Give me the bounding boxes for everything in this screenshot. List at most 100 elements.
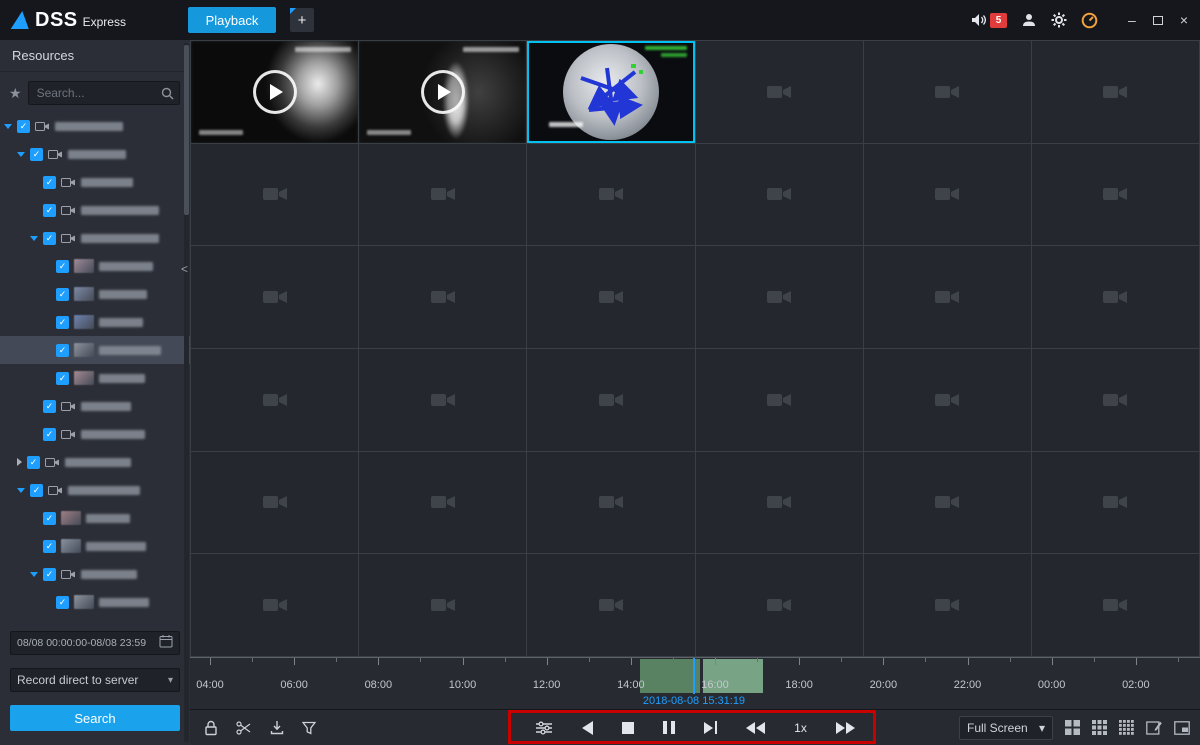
playback-settings-icon[interactable]	[535, 721, 553, 735]
record-type-select[interactable]: Record direct to server ▾	[10, 668, 180, 692]
edit-layout-icon[interactable]	[1146, 720, 1162, 735]
play-overlay-icon[interactable]	[253, 70, 297, 114]
video-tile[interactable]	[696, 246, 863, 348]
close-icon[interactable]: ×	[1180, 13, 1188, 27]
timeline-ruler[interactable]: 04:0006:0008:0010:0012:0014:0016:0018:00…	[190, 657, 1200, 693]
grid-3x3-layout-icon[interactable]	[1092, 720, 1107, 735]
video-tile[interactable]	[359, 144, 526, 246]
tree-scrollbar-thumb[interactable]	[184, 45, 189, 215]
collapse-sidebar-handle[interactable]: <	[181, 262, 188, 276]
alarm-count-badge[interactable]: 5	[990, 13, 1007, 28]
play-overlay-icon[interactable]	[421, 70, 465, 114]
video-tile[interactable]	[527, 41, 694, 143]
speed-up-button[interactable]	[836, 722, 855, 734]
video-tile[interactable]	[696, 554, 863, 656]
expand-arrow-icon[interactable]	[17, 488, 25, 493]
video-tile[interactable]	[359, 554, 526, 656]
video-tile[interactable]	[359, 41, 526, 143]
video-tile[interactable]	[864, 452, 1031, 554]
tree-checkbox[interactable]: ✓	[43, 512, 56, 525]
fullscreen-toggle-icon[interactable]	[1174, 721, 1190, 735]
expand-arrow-icon[interactable]	[17, 152, 25, 157]
speed-down-button[interactable]	[746, 722, 765, 734]
tree-checkbox[interactable]: ✓	[56, 288, 69, 301]
date-range-input[interactable]: 08/08 00:00:00-08/08 23:59	[10, 631, 180, 655]
video-tile[interactable]	[696, 452, 863, 554]
video-tile[interactable]	[864, 349, 1031, 451]
video-tile[interactable]	[696, 144, 863, 246]
video-tile[interactable]	[191, 554, 358, 656]
tree-item[interactable]: ✓	[0, 560, 190, 588]
video-tile[interactable]	[864, 144, 1031, 246]
video-tile[interactable]	[1032, 41, 1199, 143]
speaker-icon[interactable]	[971, 13, 987, 27]
tree-checkbox[interactable]: ✓	[56, 344, 69, 357]
tree-item[interactable]: ✓	[0, 392, 190, 420]
calendar-icon[interactable]	[159, 634, 173, 653]
tree-item[interactable]: ✓	[0, 532, 190, 560]
video-tile[interactable]	[191, 452, 358, 554]
video-tile[interactable]	[527, 554, 694, 656]
tree-item[interactable]: ✓	[0, 168, 190, 196]
play-backward-button[interactable]	[582, 721, 593, 735]
tree-item[interactable]: ✓	[0, 588, 190, 616]
video-tile[interactable]	[864, 41, 1031, 143]
settings-gear-icon[interactable]	[1051, 12, 1067, 28]
tree-checkbox[interactable]: ✓	[43, 204, 56, 217]
filter-icon[interactable]	[302, 721, 316, 735]
tree-item[interactable]: ✓	[0, 308, 190, 336]
add-tab-button[interactable]: +	[290, 8, 314, 32]
video-tile[interactable]	[191, 144, 358, 246]
tree-checkbox[interactable]: ✓	[43, 400, 56, 413]
video-tile[interactable]	[1032, 349, 1199, 451]
network-gauge-icon[interactable]	[1081, 12, 1098, 29]
video-tile[interactable]	[1032, 246, 1199, 348]
video-tile[interactable]	[864, 554, 1031, 656]
tree-item[interactable]: ✓	[0, 224, 190, 252]
video-tile[interactable]	[864, 246, 1031, 348]
tree-checkbox[interactable]: ✓	[43, 568, 56, 581]
tree-checkbox[interactable]: ✓	[27, 456, 40, 469]
tree-item[interactable]: ✓	[0, 280, 190, 308]
video-tile[interactable]	[1032, 452, 1199, 554]
expand-arrow-icon[interactable]	[30, 236, 38, 241]
user-icon[interactable]	[1021, 12, 1037, 28]
expand-arrow-icon[interactable]	[17, 458, 22, 466]
alarm-audio-group[interactable]: 5	[971, 13, 1007, 28]
search-icon[interactable]	[161, 87, 174, 105]
tree-checkbox[interactable]: ✓	[56, 316, 69, 329]
grid-2x2-layout-icon[interactable]	[1065, 720, 1080, 735]
maximize-icon[interactable]	[1153, 16, 1163, 25]
tree-checkbox[interactable]: ✓	[56, 596, 69, 609]
tree-item[interactable]: ✓	[0, 364, 190, 392]
expand-arrow-icon[interactable]	[4, 124, 12, 129]
grid-4x4-layout-icon[interactable]	[1119, 720, 1134, 735]
tree-scrollbar[interactable]	[184, 43, 189, 742]
video-tile[interactable]	[191, 41, 358, 143]
video-tile[interactable]	[191, 246, 358, 348]
video-tile[interactable]	[191, 349, 358, 451]
tree-checkbox[interactable]: ✓	[30, 148, 43, 161]
tree-item[interactable]: ✓	[0, 252, 190, 280]
screen-mode-select[interactable]: Full Screen ▾	[959, 716, 1053, 740]
video-tile[interactable]	[1032, 554, 1199, 656]
tab-playback[interactable]: Playback	[188, 7, 276, 33]
video-tile[interactable]	[527, 349, 694, 451]
search-button[interactable]: Search	[10, 705, 180, 731]
tree-checkbox[interactable]: ✓	[43, 540, 56, 553]
video-tile[interactable]	[527, 246, 694, 348]
favorites-star-icon[interactable]: ★	[9, 85, 22, 102]
video-tile[interactable]	[527, 144, 694, 246]
tree-item[interactable]: ✓	[0, 140, 190, 168]
expand-arrow-icon[interactable]	[30, 572, 38, 577]
video-tile[interactable]	[1032, 144, 1199, 246]
tree-checkbox[interactable]: ✓	[43, 232, 56, 245]
video-tile[interactable]	[527, 452, 694, 554]
tree-checkbox[interactable]: ✓	[56, 372, 69, 385]
tree-checkbox[interactable]: ✓	[43, 176, 56, 189]
tree-item[interactable]: ✓	[0, 196, 190, 224]
video-tile[interactable]	[359, 246, 526, 348]
video-tile[interactable]	[696, 41, 863, 143]
tree-item[interactable]: ✓	[0, 420, 190, 448]
lock-icon[interactable]	[204, 720, 218, 736]
